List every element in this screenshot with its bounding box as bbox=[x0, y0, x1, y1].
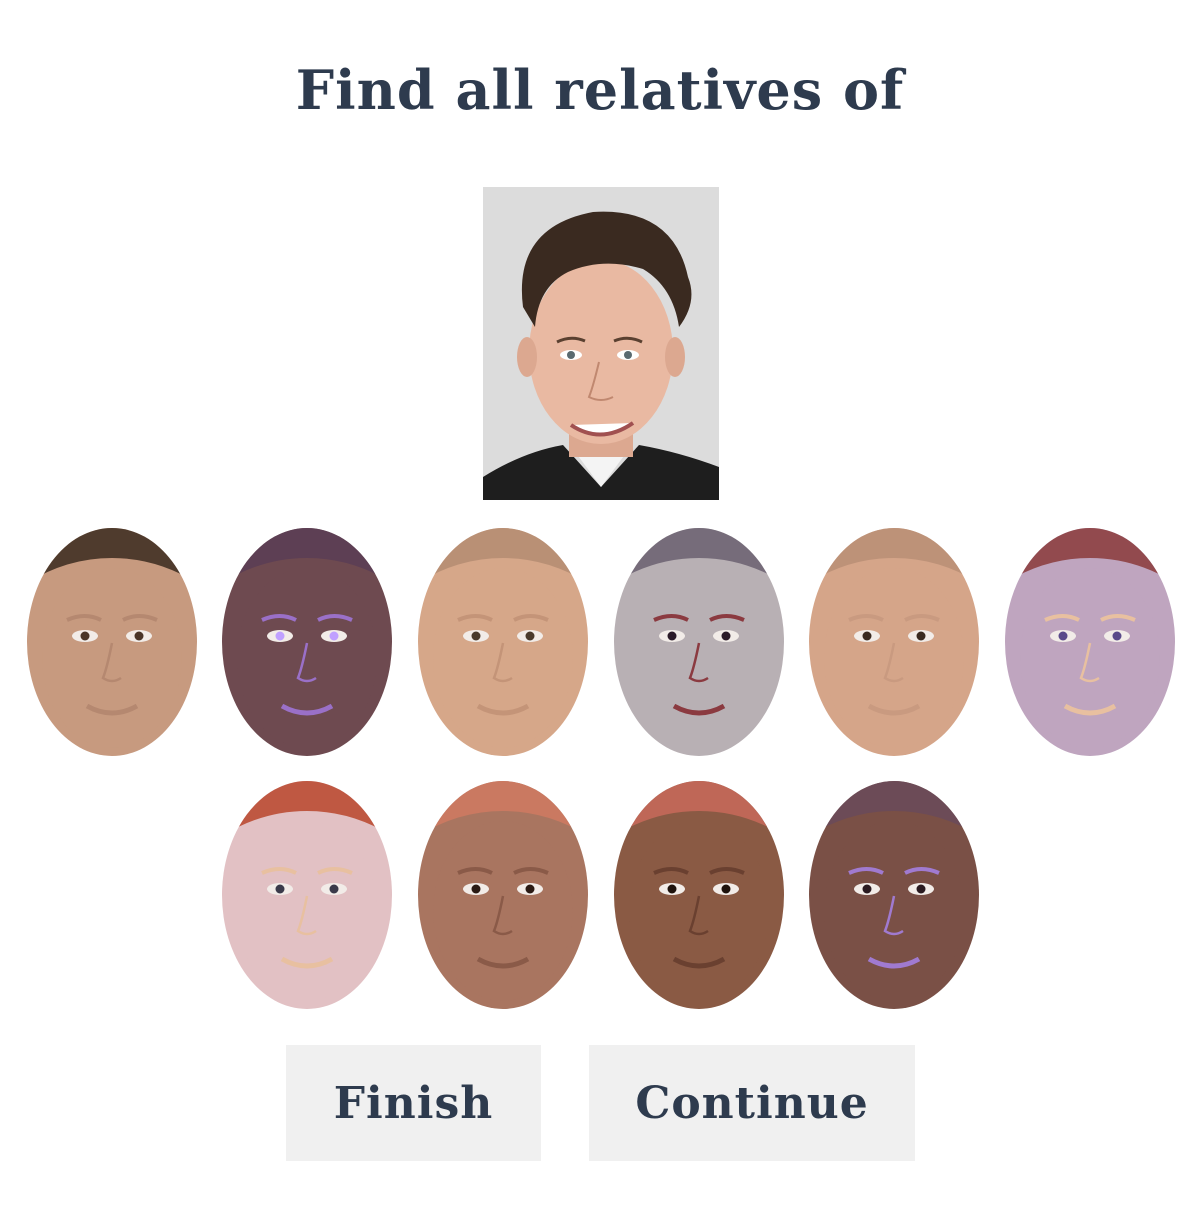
face-option-4[interactable] bbox=[614, 528, 784, 756]
face-option-5[interactable] bbox=[809, 528, 979, 756]
face-option-8[interactable] bbox=[418, 781, 588, 1009]
face-option-6[interactable] bbox=[1005, 528, 1175, 756]
face-option-3[interactable] bbox=[418, 528, 588, 756]
page-title: Find all relatives of bbox=[295, 58, 905, 122]
continue-button[interactable]: Continue bbox=[589, 1045, 915, 1161]
face-option-1[interactable] bbox=[27, 528, 197, 756]
face-option-9[interactable] bbox=[614, 781, 784, 1009]
face-option-7[interactable] bbox=[222, 781, 392, 1009]
finish-button[interactable]: Finish bbox=[286, 1045, 541, 1161]
target-photo bbox=[483, 187, 719, 500]
face-option-2[interactable] bbox=[222, 528, 392, 756]
face-option-10[interactable] bbox=[809, 781, 979, 1009]
